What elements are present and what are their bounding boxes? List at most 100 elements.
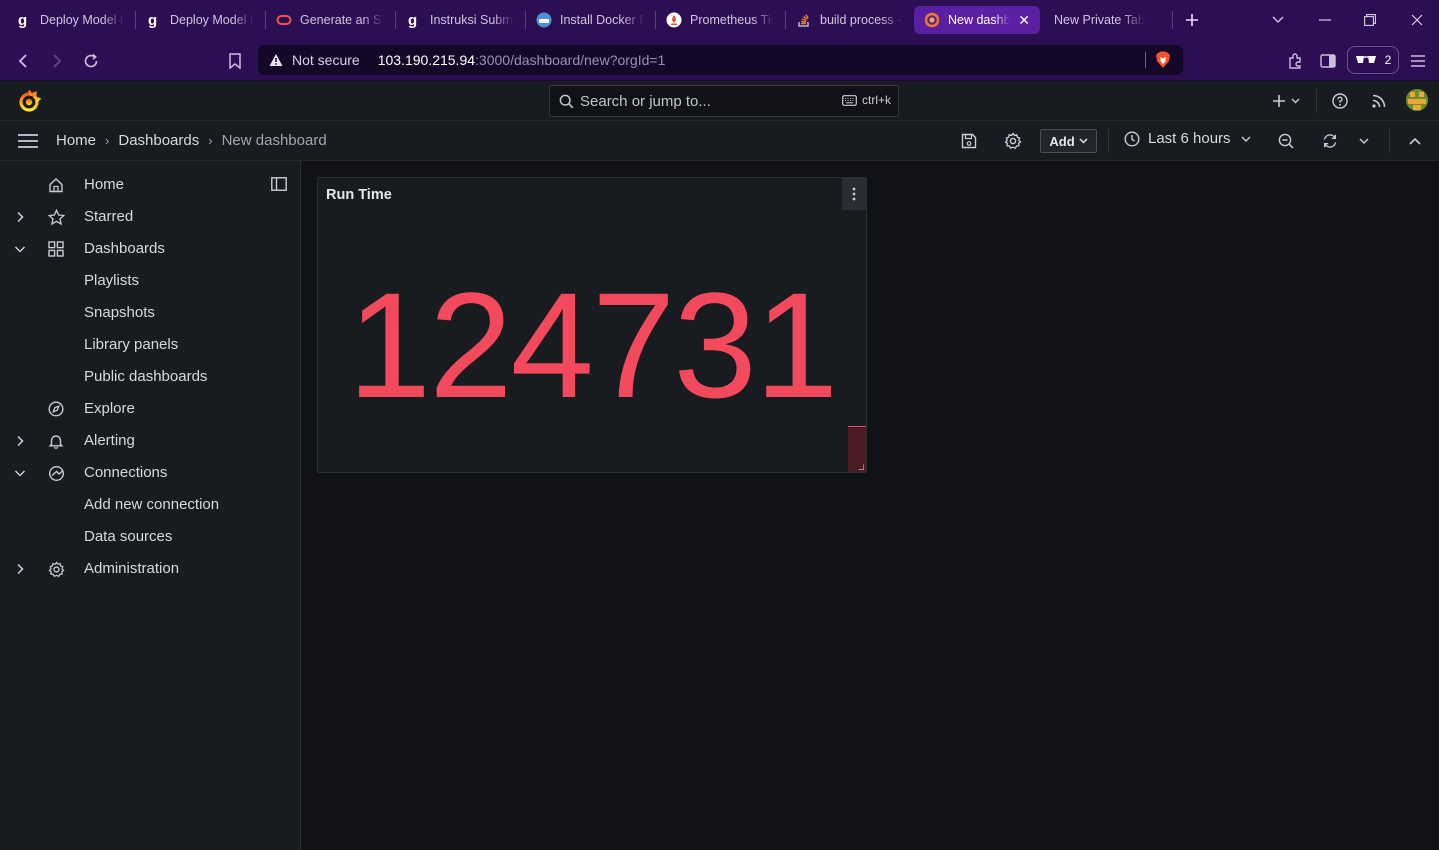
sidebar-item-add-new-connection[interactable]: Add new connection: [0, 489, 300, 521]
forward-button[interactable]: [44, 48, 70, 74]
glasses-icon: [1355, 55, 1377, 65]
stat-panel[interactable]: Run Time 124731: [317, 177, 867, 473]
tab-title: Prometheus Tim: [690, 13, 774, 27]
browser-tab-6[interactable]: Prometheus Tim: [656, 6, 784, 34]
sidebar-item-alerting[interactable]: Alerting: [0, 425, 300, 457]
cog-icon: [47, 560, 65, 578]
refresh-icon[interactable]: [1319, 130, 1341, 152]
bell-icon: [47, 432, 65, 450]
private-window-pill[interactable]: 2: [1347, 46, 1399, 74]
add-button[interactable]: Add: [1040, 129, 1097, 153]
browser-tab-2[interactable]: g Deploy Model M: [136, 6, 264, 34]
sidebar-item-label: Starred: [84, 208, 134, 225]
user-avatar[interactable]: [1406, 89, 1428, 111]
url-text[interactable]: 103.190.215.94:3000/dashboard/new?orgId=…: [378, 52, 666, 68]
sidebar-item-connections[interactable]: Connections: [0, 457, 300, 489]
breadcrumb-home[interactable]: Home: [56, 132, 96, 149]
minimize-button[interactable]: [1311, 6, 1339, 34]
browser-tab-1[interactable]: g Deploy Model M: [6, 6, 134, 34]
back-button[interactable]: [10, 48, 36, 74]
apps-icon: [47, 240, 65, 258]
zoom-out-icon[interactable]: [1275, 130, 1297, 152]
sidebar-item-home[interactable]: Home: [0, 169, 300, 201]
bookmark-icon[interactable]: [222, 48, 248, 74]
security-label[interactable]: Not secure: [292, 52, 360, 68]
browser-tab-4[interactable]: g Instruksi Submis: [396, 6, 524, 34]
sidebar-item-data-sources[interactable]: Data sources: [0, 521, 300, 553]
browser-tab-active[interactable]: New dashb ✕: [914, 6, 1040, 34]
chevron-right-icon[interactable]: [13, 210, 27, 224]
new-tab-button[interactable]: [1180, 8, 1204, 32]
search-icon: [559, 94, 574, 109]
settings-gear-icon[interactable]: [1002, 130, 1024, 152]
help-icon[interactable]: [1329, 90, 1351, 112]
grafana-icon: [924, 12, 940, 28]
browser-toolbar: Not secure 103.190.215.94:3000/dashboard…: [0, 40, 1439, 81]
oracle-icon: [276, 12, 292, 28]
sidebar-item-playlists[interactable]: Playlists: [0, 265, 300, 297]
sidebar-item-dashboards[interactable]: Dashboards: [0, 233, 300, 265]
time-range-picker[interactable]: Last 6 hours: [1124, 130, 1251, 147]
chevron-down-icon[interactable]: [13, 466, 27, 480]
home-icon: [47, 176, 65, 194]
svg-text:g: g: [408, 12, 417, 28]
new-menu-button[interactable]: [1270, 90, 1304, 112]
sidebar-item-label: Connections: [84, 464, 168, 481]
tab-title: Generate an SSH: [300, 13, 384, 27]
grafana-logo-icon[interactable]: [17, 89, 41, 113]
panel-menu-icon[interactable]: [842, 178, 866, 210]
search-shortcut: ctrl+k: [842, 93, 891, 107]
sidebar-item-label: Home: [84, 176, 125, 193]
sidebar-item-administration[interactable]: Administration: [0, 553, 300, 585]
sidebar-item-label: Administration: [84, 560, 180, 577]
news-rss-icon[interactable]: [1368, 90, 1390, 112]
tab-title: Deploy Model M: [170, 13, 254, 27]
reload-button[interactable]: [78, 48, 104, 74]
clock-icon: [1124, 130, 1140, 147]
sidebar-toggle-icon[interactable]: [1315, 48, 1341, 74]
refresh-interval-chevron-icon[interactable]: [1353, 130, 1375, 152]
search-input[interactable]: Search or jump to... ctrl+k: [549, 85, 899, 117]
url-host: 103.190.215.94: [377, 52, 476, 68]
brave-shield-icon[interactable]: [1155, 51, 1171, 69]
breadcrumb-current: New dashboard: [221, 132, 327, 149]
tab-list-button[interactable]: [1264, 6, 1292, 34]
sidebar-item-starred[interactable]: Starred: [0, 201, 300, 233]
address-bar[interactable]: Not secure 103.190.215.94:3000/dashboard…: [258, 45, 1183, 75]
shortcut-label: ctrl+k: [861, 93, 891, 107]
save-icon[interactable]: [958, 130, 980, 152]
sidebar-item-label: Data sources: [84, 528, 173, 545]
sidebar-item-public-dashboards[interactable]: Public dashboards: [0, 361, 300, 393]
sidebar-item-label: Snapshots: [84, 304, 155, 321]
browser-tab-5[interactable]: Install Docker E: [526, 6, 654, 34]
menu-toggle-icon[interactable]: [17, 132, 39, 150]
browser-tab-private[interactable]: New Private Tab: [1044, 6, 1172, 34]
sidebar-item-library-panels[interactable]: Library panels: [0, 329, 300, 361]
panel-title[interactable]: Run Time: [326, 187, 392, 203]
sidebar-item-label: Public dashboards: [84, 368, 208, 385]
chevron-right-icon: ›: [105, 133, 110, 148]
sidebar-item-label: Playlists: [84, 272, 140, 289]
resize-handle-icon[interactable]: [858, 464, 864, 470]
close-window-button[interactable]: [1403, 6, 1431, 34]
sidebar-item-label: Dashboards: [84, 240, 165, 257]
extensions-icon[interactable]: [1282, 48, 1308, 74]
chevron-right-icon[interactable]: [13, 562, 27, 576]
gitbook-icon: g: [406, 12, 422, 28]
sidebar-item-explore[interactable]: Explore: [0, 393, 300, 425]
sidebar: Home Starred Dashboards Playlists Snapsh…: [0, 161, 301, 850]
breadcrumb-dashboards[interactable]: Dashboards: [118, 132, 199, 149]
prometheus-icon: [666, 12, 682, 28]
browser-tab-3[interactable]: Generate an SSH: [266, 6, 394, 34]
collapse-chevron-up-icon[interactable]: [1404, 130, 1426, 152]
url-path: :3000/dashboard/new?orgId=1: [475, 52, 666, 68]
chevron-right-icon[interactable]: [13, 434, 27, 448]
close-tab-icon[interactable]: ✕: [1018, 12, 1030, 29]
menu-icon[interactable]: [1405, 48, 1431, 74]
tab-title: Install Docker E: [560, 13, 644, 27]
restore-button[interactable]: [1356, 6, 1384, 34]
sidebar-item-snapshots[interactable]: Snapshots: [0, 297, 300, 329]
dashboard-toolbar: Home › Dashboards › New dashboard Add La…: [0, 121, 1439, 161]
chevron-down-icon[interactable]: [13, 242, 27, 256]
browser-tab-7[interactable]: build process - I: [786, 6, 912, 34]
